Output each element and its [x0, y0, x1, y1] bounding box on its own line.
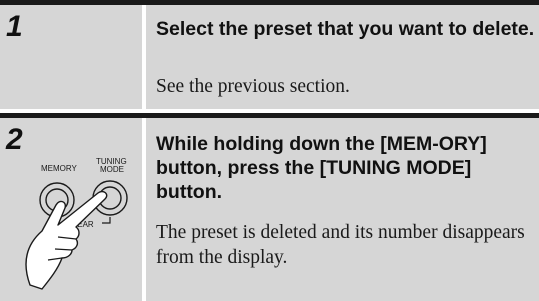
- step-divider: [0, 0, 539, 5]
- step-heading: Select the preset that you want to delet…: [156, 18, 535, 40]
- step-heading: While holding down the [MEM-ORY] button,…: [156, 133, 487, 203]
- tuning-label-line2: MODE: [100, 165, 124, 174]
- step-2: 2 MEMORY TUNING MODE CLEAR While holding…: [0, 113, 539, 301]
- step-description: The preset is deleted and its number dis…: [156, 222, 525, 268]
- step-number: 1: [6, 10, 23, 43]
- memory-label: MEMORY: [41, 164, 78, 173]
- step-1: 1 Select the preset that you want to del…: [0, 0, 539, 109]
- step-description: See the previous section.: [156, 76, 350, 97]
- instruction-steps: 1 Select the preset that you want to del…: [0, 0, 539, 301]
- remote-buttons-illustration: MEMORY TUNING MODE CLEAR: [25, 157, 128, 290]
